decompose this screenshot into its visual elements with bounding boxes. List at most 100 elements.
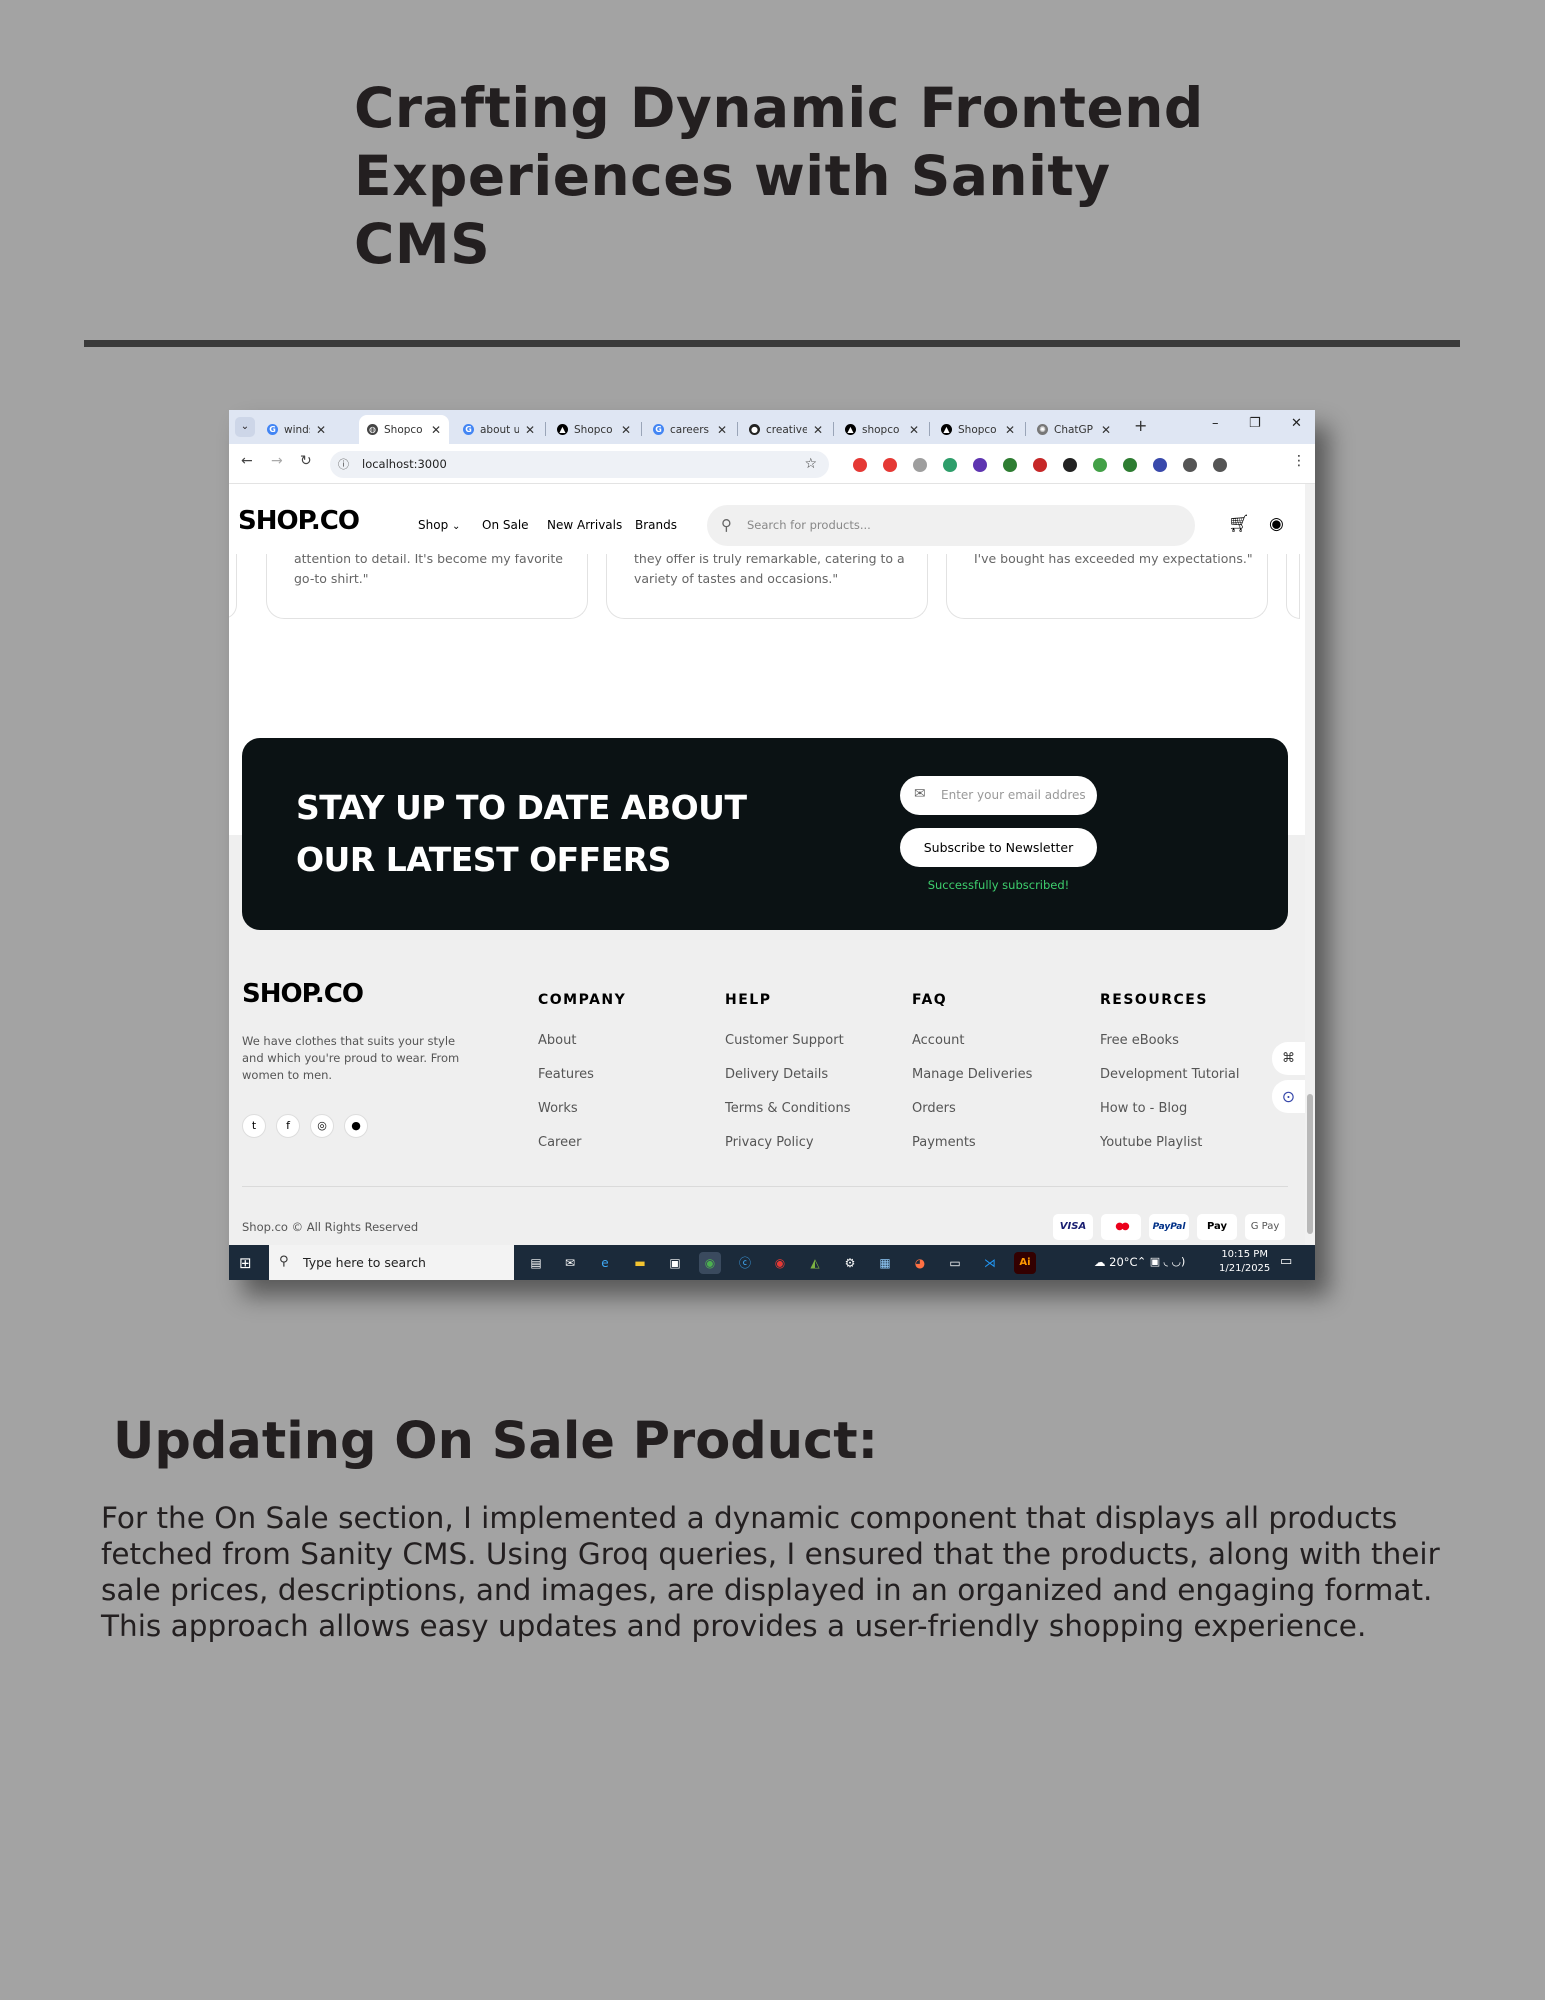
cortana-icon[interactable]: ⓒ xyxy=(734,1252,756,1274)
photos-icon[interactable]: ◭ xyxy=(804,1252,826,1274)
account-icon[interactable]: ◉ xyxy=(1269,514,1284,534)
new-tab-button[interactable]: + xyxy=(1134,416,1147,435)
back-icon[interactable]: ← xyxy=(241,453,253,469)
footer-link[interactable]: Development Tutorial xyxy=(1100,1067,1239,1082)
close-icon[interactable]: ✕ xyxy=(431,423,441,437)
extension-green-icon[interactable] xyxy=(943,458,957,472)
footer-link[interactable]: Free eBooks xyxy=(1100,1033,1179,1048)
close-icon[interactable]: ✕ xyxy=(1005,423,1015,437)
close-icon[interactable]: ✕ xyxy=(813,423,823,437)
notification-icon[interactable]: ▭ xyxy=(1280,1254,1292,1269)
edge-icon[interactable]: e xyxy=(594,1252,616,1274)
tab-chatgpt[interactable]: ✺ ChatGP ✕ xyxy=(1029,415,1119,444)
newsletter-email-input[interactable]: ✉ Enter your email address xyxy=(900,776,1097,815)
footer-link[interactable]: Customer Support xyxy=(725,1033,844,1048)
footer-logo[interactable]: SHOP.CO xyxy=(242,979,364,1009)
vm-icon[interactable]: ▦ xyxy=(874,1252,896,1274)
app-red-icon[interactable]: ◉ xyxy=(769,1252,791,1274)
extensions-puzzle-icon[interactable] xyxy=(1213,458,1227,472)
footer-link[interactable]: Delivery Details xyxy=(725,1067,828,1082)
footer-link[interactable]: Manage Deliveries xyxy=(912,1067,1032,1082)
nav-new-arrivals[interactable]: New Arrivals xyxy=(547,518,622,532)
store-icon[interactable]: ▣ xyxy=(664,1252,686,1274)
forward-icon[interactable]: → xyxy=(271,453,283,469)
tab-about[interactable]: G about u ✕ xyxy=(455,415,543,444)
pdf-icon[interactable] xyxy=(1033,458,1047,472)
tab-creative[interactable]: ● creative ✕ xyxy=(741,415,831,444)
instagram-icon[interactable]: ◎ xyxy=(310,1114,334,1138)
weather-widget[interactable]: ☁︎ 20°C xyxy=(1094,1255,1138,1269)
site-logo[interactable]: SHOP.CO xyxy=(238,506,360,536)
close-icon[interactable]: ✕ xyxy=(316,423,326,437)
tab-windsurf[interactable]: G windsu ✕ xyxy=(259,415,334,444)
footer-link[interactable]: Career xyxy=(538,1135,581,1150)
ublock-icon[interactable] xyxy=(883,458,897,472)
minimize-icon[interactable]: – xyxy=(1212,416,1219,431)
firefox-icon[interactable]: ◕ xyxy=(909,1252,931,1274)
taskbar-search-input[interactable]: ⚲ Type here to search xyxy=(269,1245,514,1280)
nav-brands[interactable]: Brands xyxy=(635,518,677,532)
system-tray[interactable]: ⌃ ▣ ◟ ◡) xyxy=(1137,1255,1185,1268)
footer-link[interactable]: About xyxy=(538,1033,576,1048)
command-shortcut-icon[interactable]: ⌘ xyxy=(1272,1042,1305,1075)
google-icon: G xyxy=(463,424,474,435)
close-icon[interactable]: ✕ xyxy=(717,423,727,437)
nav-shop[interactable]: Shop ⌄ xyxy=(418,518,460,532)
settings-icon[interactable]: ⚙ xyxy=(839,1252,861,1274)
footer-link[interactable]: Works xyxy=(538,1101,578,1116)
extension-lines-icon[interactable] xyxy=(1123,458,1137,472)
tab-shopco-active[interactable]: ◍ Shopco ✕ xyxy=(359,415,449,444)
page-scrollbar[interactable] xyxy=(1305,484,1315,1245)
footer-link[interactable]: Features xyxy=(538,1067,594,1082)
illustrator-icon[interactable]: Ai xyxy=(1014,1252,1036,1274)
subscribe-button[interactable]: Subscribe to Newsletter xyxy=(900,828,1097,867)
close-icon[interactable]: ✕ xyxy=(909,423,919,437)
footer-link[interactable]: Payments xyxy=(912,1135,976,1150)
facebook-icon[interactable]: f xyxy=(276,1114,300,1138)
chrome-icon[interactable]: ◉ xyxy=(699,1252,721,1274)
reload-icon[interactable]: ↻ xyxy=(300,453,312,469)
extension-face-icon[interactable] xyxy=(1183,458,1197,472)
product-search-input[interactable]: ⚲ Search for products... xyxy=(707,505,1195,546)
restore-icon[interactable]: ❐ xyxy=(1249,416,1261,431)
close-icon[interactable]: ✕ xyxy=(525,423,535,437)
taskbar-clock[interactable]: 10:15 PM 1/21/2025 xyxy=(1219,1248,1270,1276)
adblock-icon[interactable] xyxy=(853,458,867,472)
extension-gear-icon[interactable] xyxy=(1153,458,1167,472)
url-input[interactable]: ⓘ localhost:3000 ☆ xyxy=(330,451,829,478)
footer-link[interactable]: Privacy Policy xyxy=(725,1135,814,1150)
github-icon[interactable]: ● xyxy=(344,1114,368,1138)
extension-dark-icon[interactable] xyxy=(1063,458,1077,472)
tab-careers[interactable]: G careers ✕ xyxy=(645,415,735,444)
close-icon[interactable]: ✕ xyxy=(1101,423,1111,437)
cart-icon[interactable]: 🛒︎ xyxy=(1228,514,1250,534)
tab-shopco-3[interactable]: ▲ shopco ✕ xyxy=(837,415,927,444)
nav-on-sale[interactable]: On Sale xyxy=(482,518,529,532)
scrollbar-thumb[interactable] xyxy=(1307,1094,1313,1234)
bookmark-star-icon[interactable]: ☆ xyxy=(804,451,817,478)
window-close-icon[interactable]: ✕ xyxy=(1291,416,1302,431)
assistant-icon[interactable]: ⊙ xyxy=(1272,1080,1305,1113)
footer-link[interactable]: Account xyxy=(912,1033,965,1048)
footer-link[interactable]: Orders xyxy=(912,1101,956,1116)
twitter-icon[interactable]: t xyxy=(242,1114,266,1138)
extension-purple-icon[interactable] xyxy=(973,458,987,472)
task-view-icon[interactable]: ▤ xyxy=(525,1252,547,1274)
screenshot-icon[interactable] xyxy=(913,458,927,472)
windows-start-icon[interactable]: ⊞ xyxy=(239,1254,252,1272)
browser-menu-icon[interactable]: ⋮ xyxy=(1292,453,1306,469)
footer-link[interactable]: How to - Blog xyxy=(1100,1101,1187,1116)
terminal-icon[interactable]: ▭ xyxy=(944,1252,966,1274)
close-icon[interactable]: ✕ xyxy=(621,423,631,437)
file-explorer-icon[interactable]: ▬ xyxy=(629,1252,651,1274)
grammarly-icon[interactable] xyxy=(1003,458,1017,472)
tab-shopco-4[interactable]: ▲ Shopco ✕ xyxy=(933,415,1023,444)
tab-shopco-2[interactable]: ▲ Shopco ✕ xyxy=(549,415,639,444)
footer-link[interactable]: Youtube Playlist xyxy=(1100,1135,1202,1150)
extension-money-icon[interactable] xyxy=(1093,458,1107,472)
footer-link[interactable]: Terms & Conditions xyxy=(725,1101,851,1116)
mail-app-icon[interactable]: ✉ xyxy=(559,1252,581,1274)
vscode-icon[interactable]: ⋊ xyxy=(979,1252,1001,1274)
site-info-icon[interactable]: ⓘ xyxy=(338,451,349,478)
tab-search-icon[interactable]: ⌄ xyxy=(235,417,255,437)
